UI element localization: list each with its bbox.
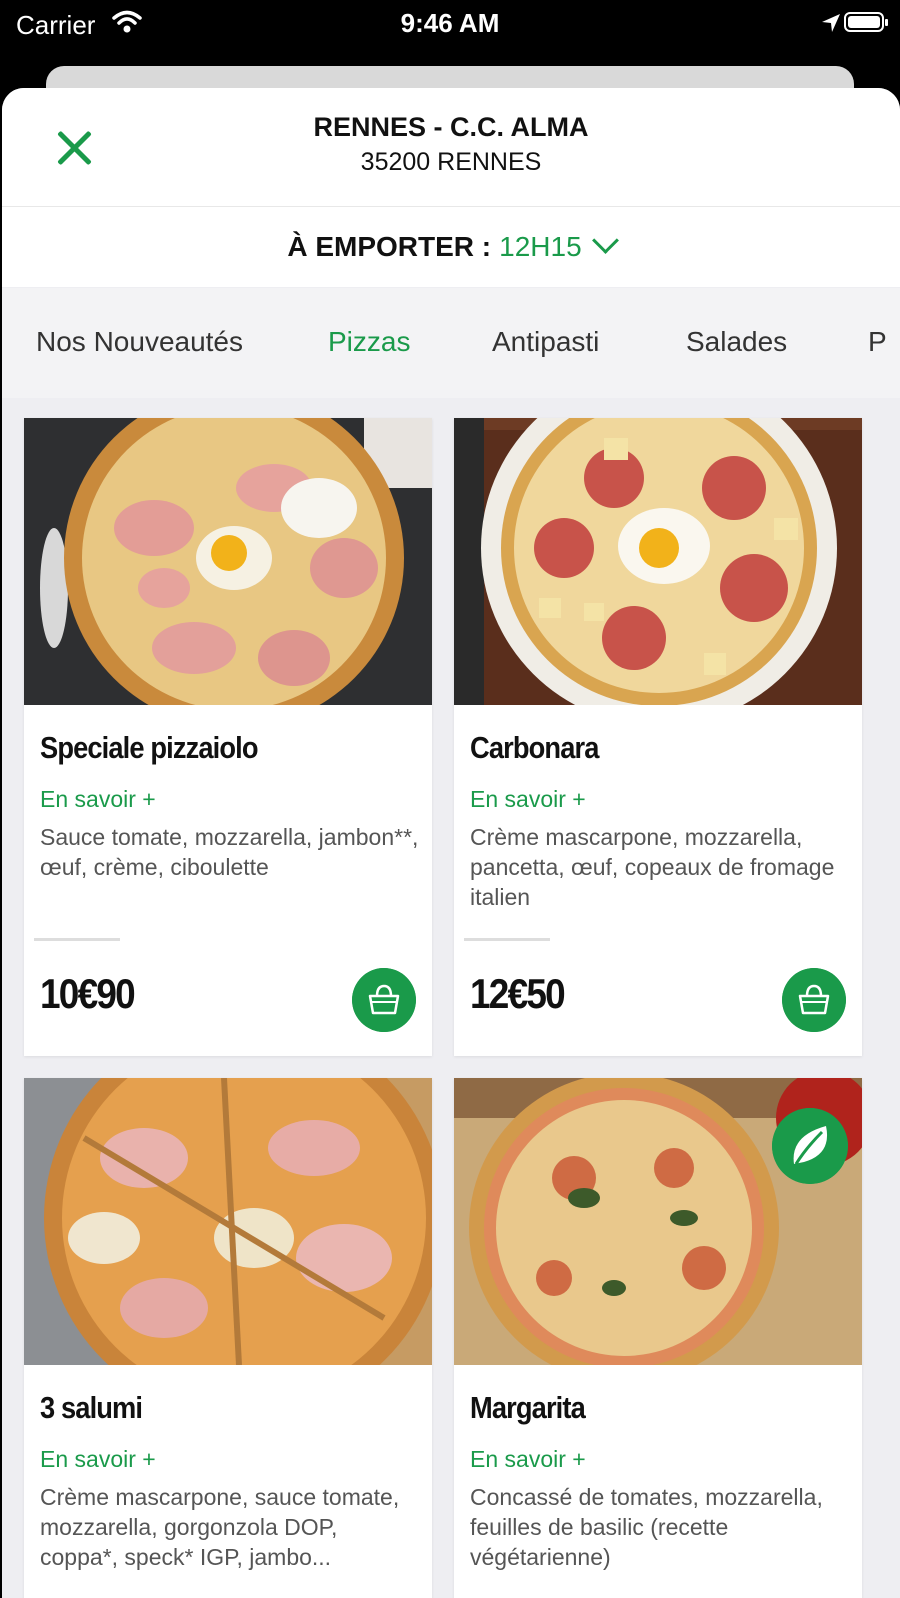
more-info-link[interactable]: En savoir + [470,1446,586,1473]
product-name: Speciale pizzaiolo [40,730,259,765]
product-name: Margarita [470,1390,586,1425]
leaf-icon [772,1108,848,1184]
order-sheet: RENNES - C.C. ALMA 35200 RENNES À EMPORT… [2,88,900,1598]
product-card[interactable]: Margarita En savoir + Concassé de tomate… [454,1078,862,1598]
product-description: Crème mascarpone, sauce tomate, mozzarel… [40,1484,400,1570]
product-card[interactable]: 3 salumi En savoir + Crème mascarpone, s… [24,1078,432,1598]
product-description: Concassé de tomates, mozzarella, feuille… [470,1484,823,1570]
store-name: RENNES - C.C. ALMA [313,112,589,142]
product-card[interactable]: Speciale pizzaiolo En savoir + Sauce tom… [24,418,432,1056]
clock: 9:46 AM [400,8,500,38]
store-city: 35200 RENNES [360,148,542,176]
product-description: Crème mascarpone, mozzarella, pancetta, … [470,824,835,910]
status-bar: Carrier 9:46 AM [0,0,900,48]
pizza-image [454,418,862,705]
more-info-link[interactable]: En savoir + [470,786,586,813]
product-price: 10€90 [40,970,136,1017]
chevron-down-icon[interactable] [591,227,619,254]
basket-icon[interactable] [352,968,416,1032]
category-tabs: Nos Nouveautés Pizzas Antipasti Salades … [2,288,900,398]
divider [34,938,120,941]
pizza-image [24,1078,432,1365]
pizza-image [24,418,432,705]
location-arrow-icon [822,14,840,32]
tab-salades[interactable]: Salades [686,326,787,358]
store-header: RENNES - C.C. ALMA 35200 RENNES [2,88,900,207]
product-card[interactable]: Carbonara En savoir + Crème mascarpone, … [454,418,862,1056]
battery-icon [844,12,888,32]
basket-icon[interactable] [782,968,846,1032]
more-info-link[interactable]: En savoir + [40,1446,156,1473]
product-price: 12€50 [470,970,566,1017]
tab-pizzas[interactable]: Pizzas [328,326,410,358]
pickup-time-selector[interactable]: À EMPORTER :12H15 [2,207,900,287]
tab-antipasti[interactable]: Antipasti [492,326,599,358]
tab-partial[interactable]: P [868,326,887,358]
tab-nos-nouveautes[interactable]: Nos Nouveautés [36,326,243,358]
pickup-label: À EMPORTER : [287,231,492,262]
product-description: Sauce tomate, mozzarella, jambon**, œuf,… [40,824,419,880]
pickup-time[interactable]: 12H15 [499,231,582,262]
divider [464,938,550,941]
more-info-link[interactable]: En savoir + [40,786,156,813]
product-name: Carbonara [470,730,599,765]
product-name: 3 salumi [40,1390,143,1425]
